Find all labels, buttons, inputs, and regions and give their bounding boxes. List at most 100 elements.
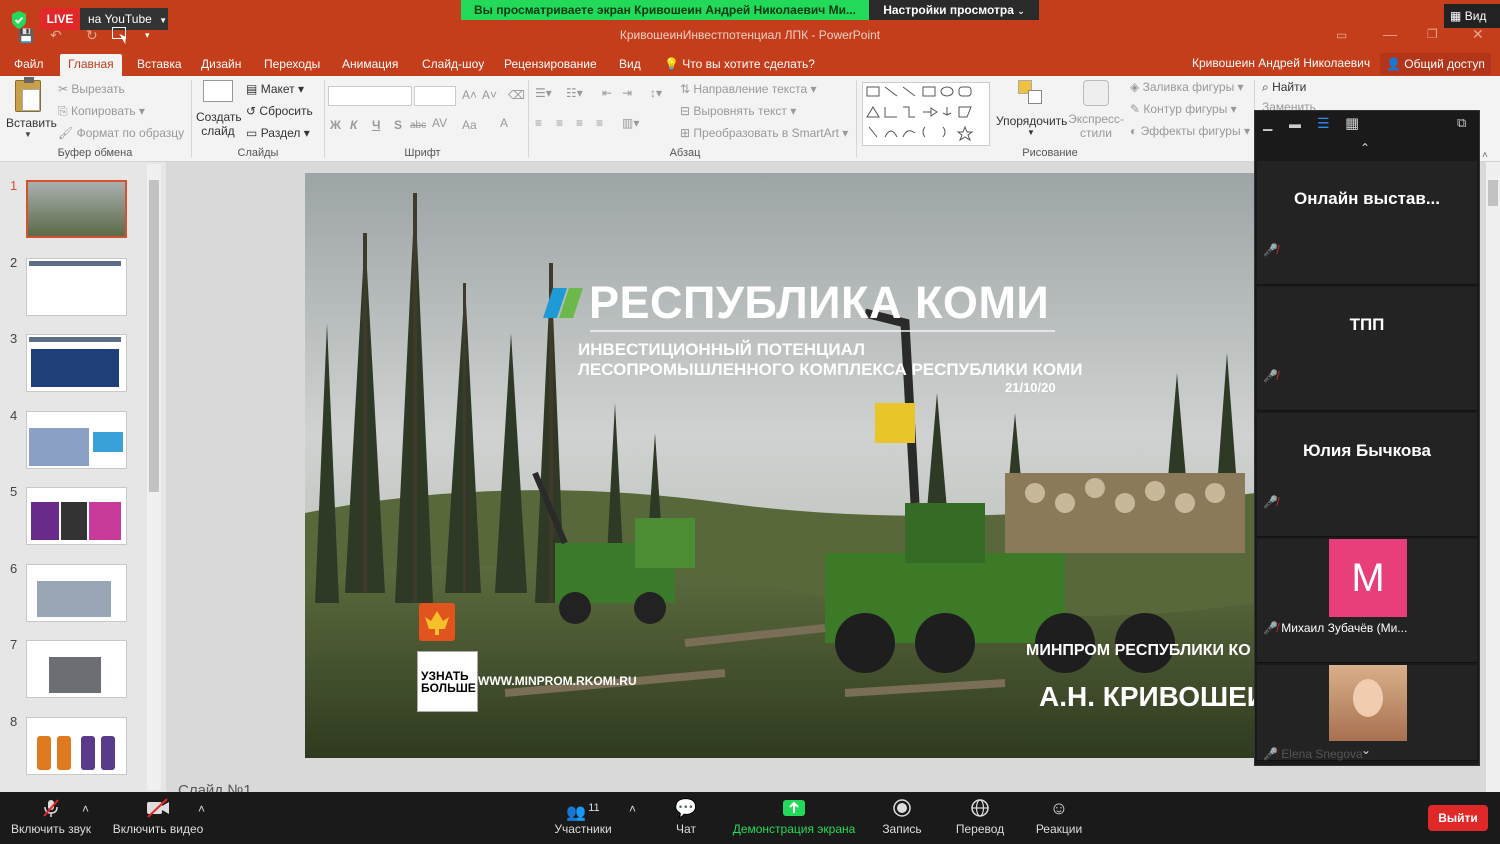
bullets-icon[interactable]: ☰▾ — [535, 86, 552, 100]
user-name[interactable]: Кривошеин Андрей Николаевич — [1192, 56, 1370, 70]
find-button[interactable]: ⌕ Найти — [1262, 80, 1306, 95]
slide-canvas[interactable]: РЕСПУБЛИКА КОМИ ИНВЕСТИЦИОННЫЙ ПОТЕНЦИАЛ… — [305, 173, 1255, 758]
minimize-panel-icon[interactable]: ▁ — [1263, 117, 1272, 131]
view-settings-button[interactable]: Настройки просмотра ⌄ — [869, 0, 1039, 20]
unmute-button[interactable]: Включить звук — [10, 798, 92, 836]
layout-button[interactable]: ▤ Макет ▾ — [246, 82, 304, 96]
text-direction-button[interactable]: ⇅ Направление текста ▾ — [680, 82, 817, 96]
slide-thumbnail[interactable] — [26, 180, 127, 238]
align-left-icon[interactable]: ≡ — [535, 116, 542, 130]
line-spacing-icon[interactable]: ↕▾ — [650, 86, 662, 100]
video-options-chevron-icon[interactable]: ˄ — [198, 802, 205, 816]
scroll-up-icon[interactable]: ⌃ — [1360, 141, 1370, 155]
shapes-gallery[interactable] — [862, 82, 990, 146]
arrange-button[interactable]: Упорядочить ▼ — [996, 80, 1067, 137]
tab-design[interactable]: Дизайн — [193, 54, 249, 76]
participant-tile[interactable]: M 🎤̸ Михаил Зубачёв (Ми... — [1257, 539, 1477, 663]
slide-thumbnail[interactable] — [26, 640, 127, 698]
font-size-input[interactable] — [414, 86, 456, 106]
speaker-view-icon[interactable]: ☰ — [1317, 115, 1330, 132]
gallery-view-icon[interactable]: ▦ — [1345, 114, 1359, 132]
share-screen-button[interactable]: Демонстрация экрана — [732, 798, 856, 836]
section-button[interactable]: ▭ Раздел ▾ — [246, 126, 310, 140]
quick-styles-button[interactable]: Экспресс- стили — [1066, 80, 1126, 140]
participant-tile[interactable]: ТПП 🎤̸ — [1257, 287, 1477, 411]
shape-effects-button[interactable]: ◐ Эффекты фигуры ▾ — [1130, 124, 1250, 138]
slide-thumbnail[interactable] — [26, 258, 127, 316]
tab-review[interactable]: Рецензирование — [496, 54, 605, 76]
slide-thumbnail[interactable] — [26, 334, 127, 392]
participants-button[interactable]: 👥 11 Участники — [554, 798, 612, 836]
shadow-button[interactable]: S — [394, 118, 402, 132]
chevron-down-icon: ⌄ — [1017, 6, 1025, 16]
scroll-down-icon[interactable]: ⌄ — [1361, 743, 1371, 757]
clear-format-icon[interactable]: ⌫ — [508, 88, 525, 102]
tell-me-box[interactable]: 💡 Что вы хотите сделать? — [656, 54, 823, 76]
tab-insert[interactable]: Вставка — [129, 54, 190, 76]
record-button[interactable]: Запись — [880, 798, 924, 836]
shape-fill-button[interactable]: ◈ Заливка фигуры ▾ — [1130, 80, 1244, 94]
tab-file[interactable]: Файл — [6, 54, 52, 76]
char-spacing-button[interactable]: AV — [432, 116, 447, 130]
justify-icon[interactable]: ≡ — [596, 116, 603, 130]
slide-scrollbar[interactable] — [1486, 162, 1500, 792]
shape-outline-button[interactable]: ✎ Контур фигуры ▾ — [1130, 102, 1237, 116]
reactions-button[interactable]: ☺ Реакции — [1034, 798, 1084, 836]
indent-increase-icon[interactable]: ⇥ — [622, 86, 632, 100]
participant-tile[interactable]: Онлайн выстав... 🎤̸ — [1257, 161, 1477, 285]
minimize-icon[interactable]: — — [1383, 26, 1397, 42]
share-button[interactable]: 👤 Общий доступ — [1380, 53, 1491, 75]
strikethrough-button[interactable]: abc — [410, 120, 426, 131]
tab-transitions[interactable]: Переходы — [256, 54, 328, 76]
close-icon[interactable]: ✕ — [1472, 26, 1484, 43]
align-text-button[interactable]: ⊟ Выровнять текст ▾ — [680, 104, 796, 118]
copy-button[interactable]: ⎘ Копировать ▾ — [58, 104, 145, 119]
italic-button[interactable]: К — [350, 118, 357, 132]
participants-chevron-icon[interactable]: ˄ — [629, 802, 636, 816]
tab-animation[interactable]: Анимация — [334, 54, 406, 76]
pop-out-icon[interactable]: ⧉ — [1457, 115, 1466, 131]
ribbon-separator — [528, 80, 529, 158]
align-center-icon[interactable]: ≡ — [556, 116, 563, 130]
participant-tile[interactable]: Юлия Бычкова 🎤̸ — [1257, 413, 1477, 537]
tab-view[interactable]: Вид — [611, 54, 649, 76]
ribbon-separator — [856, 80, 857, 158]
columns-icon[interactable]: ▥▾ — [622, 116, 639, 130]
pencil-icon: ✎ — [1130, 102, 1141, 116]
tab-slideshow[interactable]: Слайд-шоу — [414, 54, 492, 76]
indent-decrease-icon[interactable]: ⇤ — [602, 86, 612, 100]
thumbnail-scrollbar[interactable] — [147, 164, 161, 790]
slide-thumbnail[interactable] — [26, 411, 127, 469]
ribbon-display-icon[interactable]: ▭ — [1336, 28, 1347, 42]
audio-options-chevron-icon[interactable]: ˄ — [82, 802, 89, 816]
view-button[interactable]: ▦ Вид — [1444, 4, 1500, 28]
paste-button[interactable]: Вставить ▼ — [6, 77, 57, 144]
increase-font-icon[interactable]: A˄ — [462, 88, 477, 102]
change-case-button[interactable]: Aa — [462, 118, 477, 132]
bold-button[interactable]: Ж — [330, 118, 341, 132]
underline-button[interactable]: Ч — [372, 118, 380, 132]
numbering-icon[interactable]: ☷▾ — [566, 86, 583, 100]
collapse-ribbon-icon[interactable]: ˄ — [1482, 150, 1488, 161]
participant-tile[interactable]: 🎤̸ Elena Snegova ⌄ — [1257, 665, 1477, 761]
chat-button[interactable]: 💬 Чат — [672, 798, 700, 836]
slide-thumbnail[interactable] — [26, 564, 127, 622]
align-right-icon[interactable]: ≡ — [576, 116, 583, 130]
maximize-icon[interactable]: ❐ — [1427, 27, 1438, 41]
slide-thumbnail[interactable] — [26, 717, 127, 775]
new-slide-button[interactable]: Создать слайд — [196, 80, 242, 138]
reset-button[interactable]: ↺ Сбросить — [246, 104, 313, 118]
tab-home[interactable]: Главная — [60, 54, 122, 76]
smartart-button[interactable]: ⊞ Преобразовать в SmartArt ▾ — [680, 126, 848, 140]
thumbnail-view-icon[interactable]: ▬ — [1289, 117, 1301, 131]
font-name-input[interactable] — [328, 86, 412, 106]
translate-button[interactable]: Перевод — [954, 798, 1006, 836]
decrease-font-icon[interactable]: A˅ — [482, 88, 497, 102]
start-video-button[interactable]: Включить видео — [112, 798, 204, 836]
format-painter-button[interactable]: 🖌 Формат по образцу — [58, 126, 184, 140]
slide-thumbnail[interactable] — [26, 487, 127, 545]
shield-icon — [10, 10, 28, 30]
cut-button[interactable]: ✂ Вырезать — [58, 82, 125, 96]
leave-button[interactable]: Выйти — [1428, 805, 1488, 831]
font-color-button[interactable]: A — [500, 116, 508, 130]
